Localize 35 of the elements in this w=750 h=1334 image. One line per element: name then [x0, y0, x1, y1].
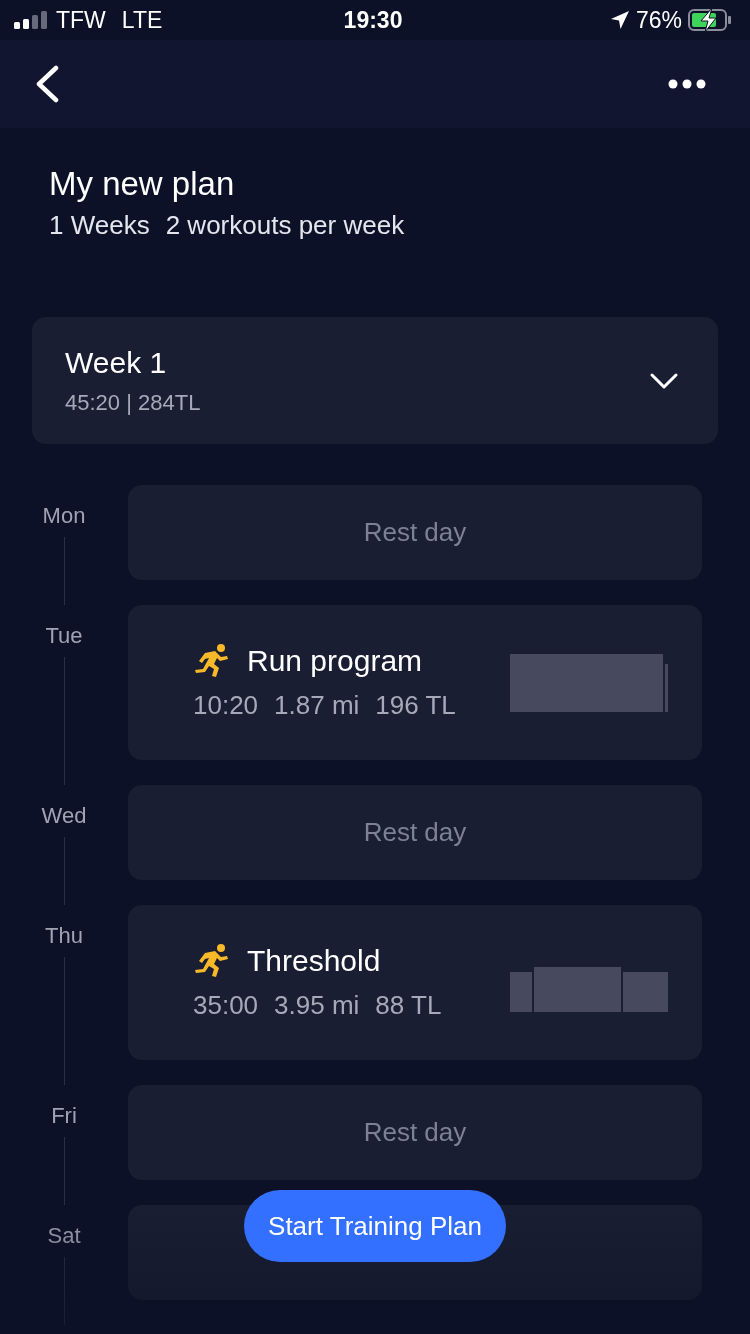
- workout-name: Run program: [247, 644, 423, 678]
- day-label: Fri: [51, 1103, 77, 1129]
- start-plan-button[interactable]: Start Training Plan: [244, 1190, 506, 1262]
- workout-distance: 3.95 mi: [274, 990, 360, 1021]
- week-summary: 45:20 | 284TL: [65, 389, 201, 416]
- network-type: LTE: [121, 6, 163, 34]
- battery-percent: 76%: [635, 6, 682, 34]
- rest-day-card: Rest day: [128, 1085, 702, 1180]
- battery-charging-icon: [688, 8, 732, 32]
- signal-icon: [14, 11, 48, 29]
- rest-day-card: Rest day: [128, 485, 702, 580]
- workout-card[interactable]: Threshold 35:00 3.95 mi 88 TL: [128, 905, 702, 1060]
- plan-frequency: 2 workouts per week: [165, 210, 405, 241]
- plan-title: My new plan: [49, 164, 236, 204]
- week-header[interactable]: Week 1 45:20 | 284TL: [32, 317, 718, 444]
- day-label: Tue: [45, 623, 83, 649]
- more-icon: [668, 79, 706, 89]
- workout-card[interactable]: Run program 10:20 1.87 mi 196 TL: [128, 605, 702, 760]
- day-label: Wed: [41, 803, 87, 829]
- plan-duration: 1 Weeks: [49, 210, 150, 241]
- workout-duration: 35:00: [193, 990, 259, 1021]
- location-icon: [609, 10, 630, 30]
- carrier-name: TFW: [56, 6, 106, 34]
- rest-day-card: Rest day: [128, 785, 702, 880]
- clock-time: 19:30: [343, 6, 403, 34]
- day-label: Thu: [45, 923, 83, 949]
- workout-name: Threshold: [247, 944, 381, 978]
- week-title: Week 1: [65, 345, 168, 380]
- day-label: Sat: [47, 1223, 81, 1249]
- back-icon: [34, 65, 60, 103]
- workout-distance: 1.87 mi: [274, 690, 360, 721]
- training-load: 88 TL: [375, 990, 442, 1021]
- workout-duration: 10:20: [193, 690, 259, 721]
- day-label: Mon: [42, 503, 86, 529]
- training-load: 196 TL: [375, 690, 456, 721]
